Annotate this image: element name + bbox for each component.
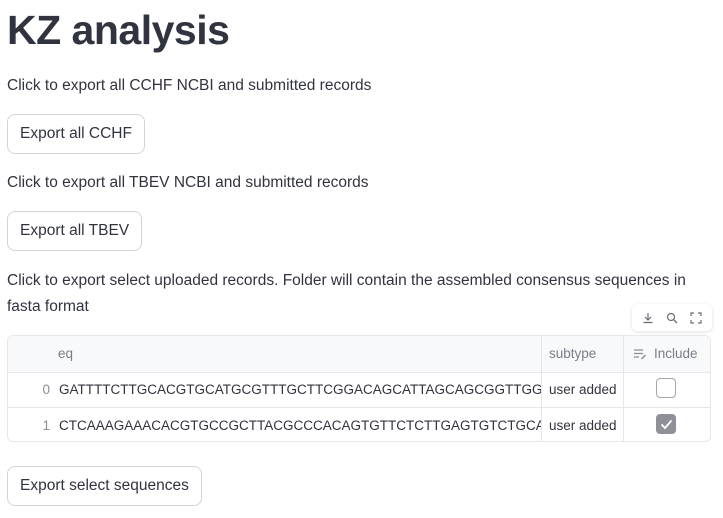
subtype-cell[interactable]: user added [549,372,621,407]
include-checkbox[interactable] [656,414,676,434]
export-all-tbev-button[interactable]: Export all TBEV [7,211,143,251]
column-header-seq[interactable]: eq [58,336,208,372]
include-checkbox[interactable] [656,378,676,398]
column-header-subtype[interactable]: subtype [549,336,619,372]
select-description: Click to export select uploaded records.… [7,272,686,315]
download-icon[interactable] [639,309,657,327]
table-toolbar [632,304,712,331]
fullscreen-icon[interactable] [687,309,705,327]
tbev-description: Click to export all TBEV NCBI and submit… [7,174,369,191]
column-header-include[interactable]: Include [633,336,710,372]
export-all-cchf-button[interactable]: Export all CCHF [7,114,145,154]
page-title: KZ analysis [7,7,230,53]
edit-column-icon [633,348,647,360]
seq-cell[interactable]: GATTTTCTTGCACGTGCATGCGTTTGCTTCGGACAGCATT… [59,372,541,407]
search-icon[interactable] [663,309,681,327]
include-header-label: Include [654,346,698,361]
subtype-cell[interactable]: user added [549,408,621,441]
cchf-description: Click to export all CCHF NCBI and submit… [7,77,372,94]
row-index: 0 [42,382,50,397]
export-select-sequences-button[interactable]: Export select sequences [7,466,202,506]
sequences-table[interactable]: eq subtype Include 0 GATTTTCTTGCACGTGCAT… [7,335,711,442]
seq-cell[interactable]: CTCAAAGAAACACGTGCCGCTTACGCCCACAGTGTTCTCT… [59,408,541,441]
row-index: 1 [42,418,50,433]
check-icon [660,419,672,429]
